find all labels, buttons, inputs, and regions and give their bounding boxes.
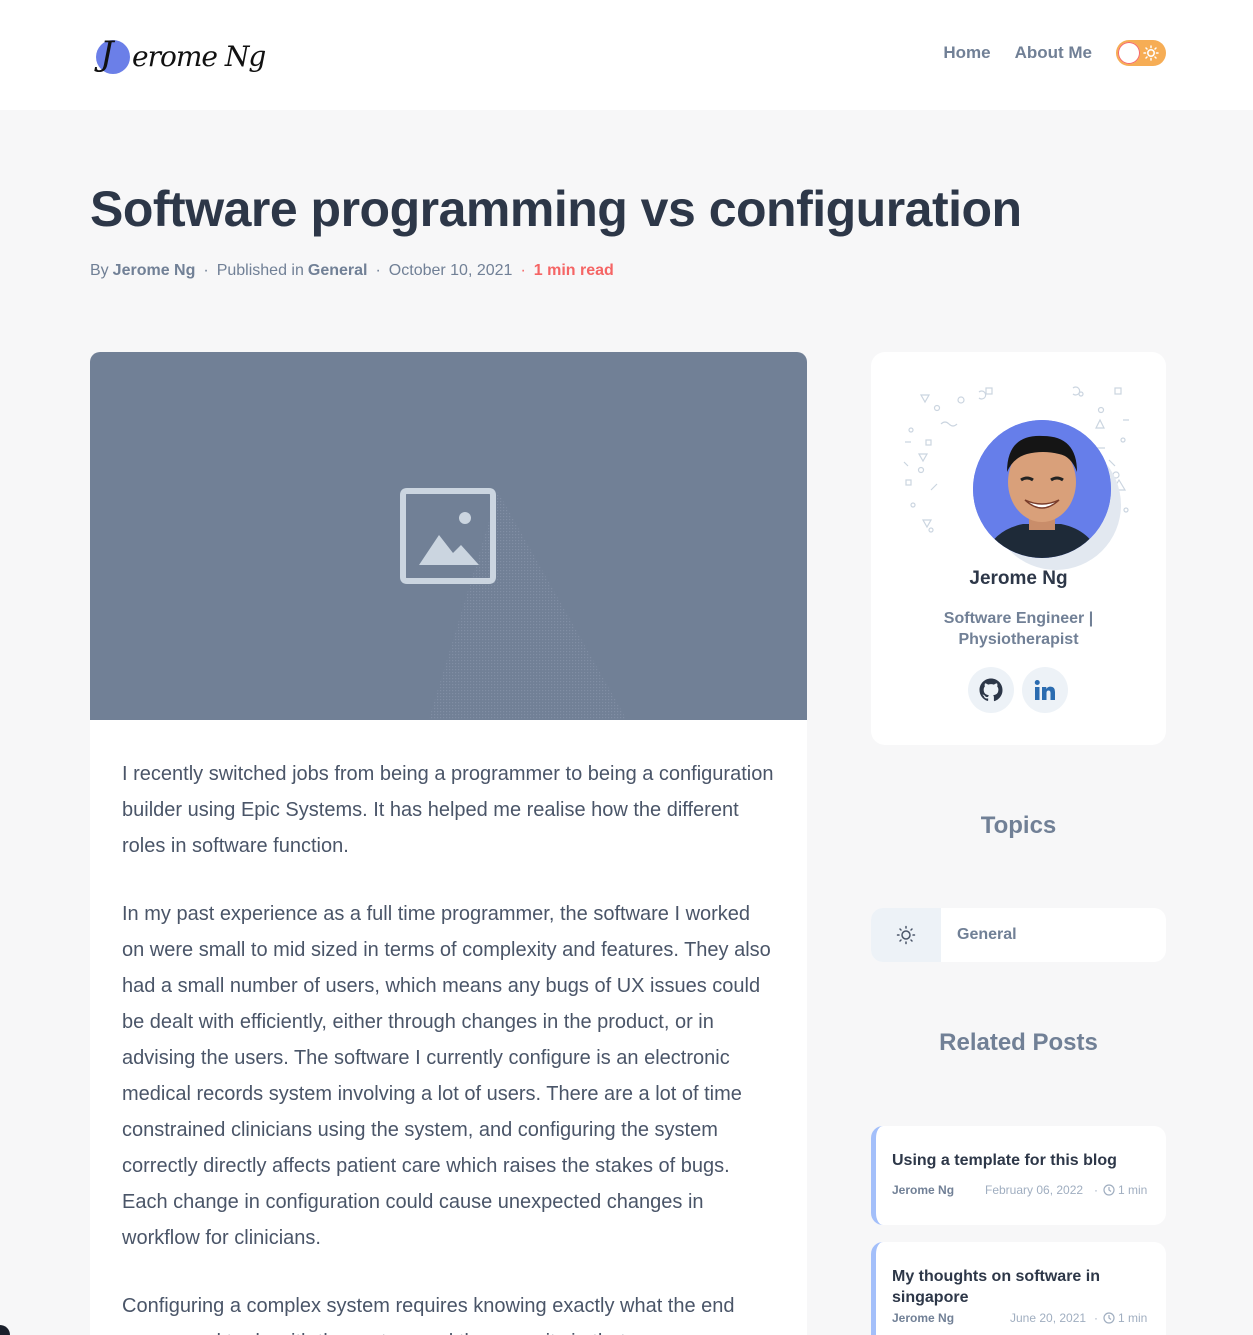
related-post-title: My thoughts on software in singapore <box>892 1268 1100 1306</box>
related-post-card[interactable]: My thoughts on software in singapore Jer… <box>871 1242 1166 1335</box>
github-icon <box>979 678 1003 702</box>
post-date: October 10, 2021 <box>388 262 513 279</box>
related-post-title: Using a template for this blog <box>892 1152 1117 1169</box>
logo-text: erome Ng <box>132 39 266 73</box>
avatar-portrait <box>973 420 1111 558</box>
clock-icon <box>1103 1184 1115 1196</box>
nav-about-me[interactable]: About Me <box>1015 43 1092 63</box>
site-logo[interactable]: J erome Ng <box>96 34 266 78</box>
toggle-knob <box>1118 42 1140 64</box>
post-category[interactable]: General <box>308 262 368 280</box>
github-link[interactable] <box>968 667 1014 713</box>
linkedin-link[interactable] <box>1022 667 1068 713</box>
nav-home[interactable]: Home <box>943 43 990 63</box>
cover-image <box>90 352 807 720</box>
author-name: Jerome Ng <box>969 568 1068 589</box>
article-card: I recently switched jobs from being a pr… <box>90 352 807 1335</box>
author-card: Jerome Ng Software Engineer | Physiother… <box>871 352 1166 745</box>
read-time: 1 min read <box>533 262 614 279</box>
post-title: Software programming vs configuration <box>90 181 1022 237</box>
image-placeholder-icon <box>400 488 496 584</box>
main-nav: Home About Me <box>943 40 1166 66</box>
related-post-date: February 06, 2022 <box>985 1183 1084 1197</box>
related-post-card[interactable]: Using a template for this blog Jerome Ng… <box>871 1126 1166 1225</box>
site-header: J erome Ng Home About Me <box>0 0 1253 110</box>
published-label: Published in <box>216 262 304 279</box>
avatar-area <box>901 380 1136 570</box>
topic-label: General <box>957 926 1017 943</box>
by-label: By <box>90 262 109 279</box>
avatar <box>973 420 1111 558</box>
related-post-read-time: · 1 min <box>1094 1311 1148 1325</box>
paragraph: In my past experience as a full time pro… <box>122 903 771 1249</box>
related-posts-heading: Related Posts <box>939 1029 1098 1056</box>
window-corner <box>0 1325 10 1335</box>
theme-toggle[interactable] <box>1116 40 1166 66</box>
author-role: Software Engineer | Physiotherapist <box>943 610 1094 648</box>
linkedin-icon <box>1034 680 1055 700</box>
paragraph: I recently switched jobs from being a pr… <box>122 763 774 857</box>
related-post-author: Jerome Ng <box>892 1311 955 1325</box>
post-meta: By Jerome Ng · Published in General · Oc… <box>90 262 614 280</box>
related-post-author: Jerome Ng <box>892 1183 955 1197</box>
sun-icon <box>896 925 916 945</box>
logo-mark: J <box>96 34 130 76</box>
topics-heading: Topics <box>980 812 1057 839</box>
paragraph: Configuring a complex system requires kn… <box>122 1295 735 1335</box>
article-content: I recently switched jobs from being a pr… <box>90 720 807 1335</box>
sun-icon <box>1143 45 1159 61</box>
related-post-read-time: · 1 min <box>1094 1183 1148 1197</box>
post-author[interactable]: Jerome Ng <box>113 262 196 280</box>
clock-icon <box>1103 1312 1115 1324</box>
topic-icon-box <box>871 908 941 962</box>
topic-general[interactable]: General <box>871 908 1166 962</box>
related-post-date: June 20, 2021 <box>1010 1311 1087 1325</box>
